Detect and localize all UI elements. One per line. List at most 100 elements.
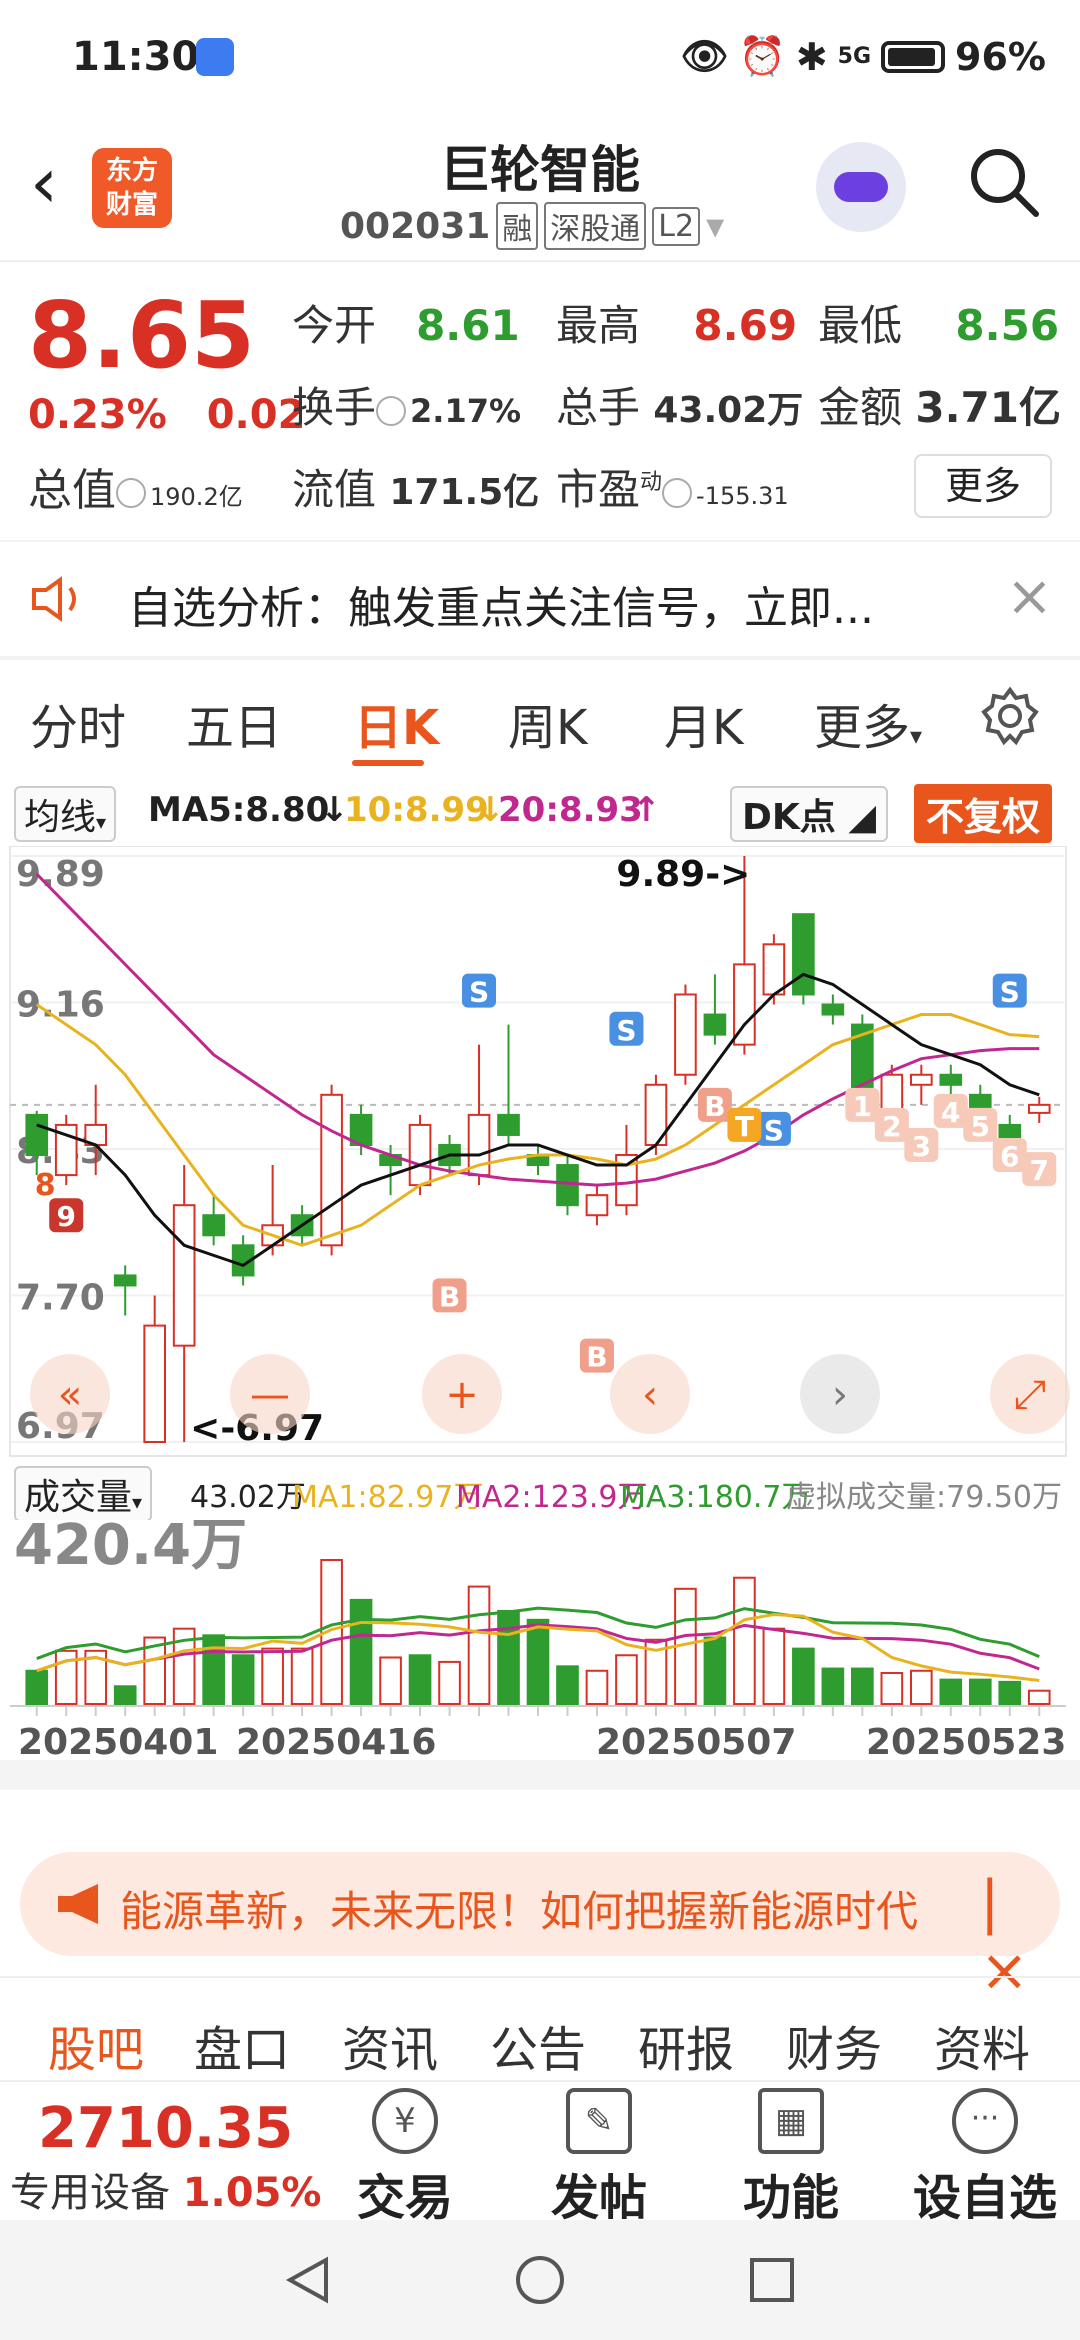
dropdown-icon: ▾ (706, 205, 725, 247)
vol-ma1: MA1:82.97万 (292, 1480, 484, 1515)
tab-zhouk[interactable]: 周K (508, 688, 587, 758)
volume-bar (202, 1634, 225, 1705)
signal-badge-label: S (469, 976, 489, 1009)
chart-control-button[interactable]: + (422, 1354, 502, 1434)
candle-body (585, 1194, 609, 1217)
trade-button[interactable]: ¥ 交易 (330, 2088, 480, 2228)
nav-back-icon[interactable] (282, 2254, 334, 2306)
function-button[interactable]: ▦ 功能 (716, 2088, 866, 2228)
ma-selector[interactable]: 均线▾ (14, 786, 117, 842)
speaker-icon (32, 576, 76, 622)
volume-bar (467, 1585, 491, 1705)
date-label: 20250523 (866, 1722, 1066, 1763)
info-icon[interactable] (376, 395, 407, 426)
tab-wuri[interactable]: 五日 (186, 688, 282, 758)
candle-body (674, 993, 697, 1076)
ma5-label: MA5:8.80 (148, 790, 330, 830)
open-cell: 今开 8.61 (292, 301, 520, 350)
candle-body (556, 1164, 579, 1207)
period-tabs: 分时 五日 日K 周K 月K 更多▾ (0, 670, 1080, 780)
stock-code-row[interactable]: 002031 融 深股通 L2 ▾ (340, 202, 724, 250)
l2-tag: L2 (652, 206, 701, 246)
post-button[interactable]: ✎ 发帖 (524, 2088, 674, 2228)
volume-bar (1027, 1689, 1051, 1705)
add-watchlist-button[interactable]: ··· 设自选 (910, 2088, 1060, 2228)
notification-icon (196, 38, 234, 76)
alert-text: 自选分析：触发重点关注信号，立即... (128, 583, 874, 634)
tab-fenshi[interactable]: 分时 (30, 688, 126, 758)
signal-icon: 5G (837, 44, 872, 69)
pe-cell: 市盈动 -155.31 (556, 465, 789, 514)
signal-badge-label: B (439, 1280, 460, 1313)
signal-badge-label: 5 (971, 1110, 990, 1143)
ma-legend: 均线▾ MA5:8.80 ↓ 10:8.99 ↓ 20:8.93 ↑ DK点 ◢… (0, 780, 1080, 843)
kline-chart[interactable]: 9.899.168.437.706.979.89-><-6.97SSSSBBBT… (0, 846, 1080, 1458)
gear-icon[interactable] (980, 686, 1040, 746)
volume-legend: 成交量▾ 43.02万 MA1:82.97万 MA2:123.9万 MA3:18… (0, 1460, 1080, 1522)
dk-point-selector[interactable]: DK点 ◢ (730, 786, 888, 842)
sector-label[interactable]: 专用设备 1.05% (10, 2160, 322, 2218)
promo-banner[interactable]: 能源革新，未来无限！如何把握新能源时代 | × (20, 1852, 1060, 2004)
volume-bar (909, 1669, 933, 1705)
high-cell: 最高 8.69 (556, 301, 798, 350)
svg-text:›: › (832, 1372, 848, 1418)
robot-avatar[interactable] (816, 142, 906, 232)
signal-badge-label: 1 (853, 1090, 872, 1123)
volume-bar (438, 1660, 461, 1706)
close-icon[interactable]: × (1006, 564, 1053, 629)
ma10-label: 10:8.99 (344, 790, 489, 830)
tab-yanbao[interactable]: 研报 (638, 2010, 734, 2080)
volume-bar (290, 1647, 314, 1706)
tab-gonggao[interactable]: 公告 (490, 2010, 586, 2080)
chart-control-button[interactable]: ‹ (610, 1354, 690, 1434)
svg-text:—: — (250, 1372, 290, 1418)
signal-badge-label: 8 (35, 1168, 56, 1203)
chart-control-button[interactable]: — (230, 1354, 310, 1434)
tab-rik[interactable]: 日K (354, 688, 439, 758)
tab-caiwu[interactable]: 财务 (786, 2010, 882, 2080)
info-icon[interactable] (116, 478, 146, 508)
volume-selector[interactable]: 成交量▾ (14, 1466, 153, 1522)
nav-home-icon[interactable] (514, 2254, 566, 2306)
ma20-label: 20:8.93 (498, 790, 643, 830)
candle-body (143, 1324, 167, 1444)
chart-control-button[interactable]: › (800, 1354, 880, 1434)
signal-badge-label: S (1000, 976, 1020, 1009)
chart-control-button[interactable]: ⤢ (990, 1354, 1070, 1434)
volume-bar (821, 1667, 845, 1706)
info-icon[interactable] (662, 477, 693, 508)
alert-bar[interactable]: 自选分析：触发重点关注信号，立即... × (0, 542, 1080, 654)
signal-badge-label: 2 (882, 1110, 901, 1143)
more-button[interactable]: 更多 (914, 454, 1052, 518)
candle-body (821, 1003, 845, 1016)
amount-cell: 金额 3.71亿 (818, 383, 1062, 432)
nav-recent-icon[interactable] (746, 2254, 798, 2306)
volume-bar (408, 1654, 432, 1705)
sector-index[interactable]: 2710.35 (38, 2096, 293, 2161)
stock-code: 002031 (340, 205, 491, 247)
signal-badge-label: S (764, 1114, 784, 1147)
volume-bar (497, 1609, 520, 1705)
signal-badge-label: 3 (912, 1130, 931, 1163)
volume-bar (261, 1647, 284, 1706)
search-icon[interactable] (966, 144, 1042, 220)
chart-control-button[interactable]: « (30, 1354, 110, 1434)
grid-icon: ▦ (758, 2088, 824, 2154)
status-right: 👁 ⏰ ✱ 5G 96% (680, 34, 1046, 79)
volume-bar (585, 1669, 609, 1705)
margin-tag: 融 (496, 202, 539, 250)
tab-yuek[interactable]: 月K (664, 688, 743, 758)
virtual-volume: 虚拟成交量:79.50万 (786, 1480, 1062, 1515)
tab-ziliao[interactable]: 资料 (934, 2010, 1030, 2080)
tab-guba[interactable]: 股吧 (48, 2010, 144, 2080)
volume-chart[interactable]: 420.4万 20250401 20250416 20250507 20250523 (0, 1520, 1080, 1790)
adjust-mode-button[interactable]: 不复权 (914, 784, 1053, 843)
date-label: 20250416 (236, 1722, 436, 1763)
tab-zixun[interactable]: 资讯 (342, 2010, 438, 2080)
volume-bar (733, 1576, 756, 1705)
tab-pankou[interactable]: 盘口 (194, 2010, 290, 2080)
signal-badge-label: 4 (941, 1096, 960, 1129)
candle-body (939, 1073, 963, 1086)
svg-text:+: + (445, 1372, 479, 1418)
tab-more[interactable]: 更多▾ (814, 688, 922, 758)
